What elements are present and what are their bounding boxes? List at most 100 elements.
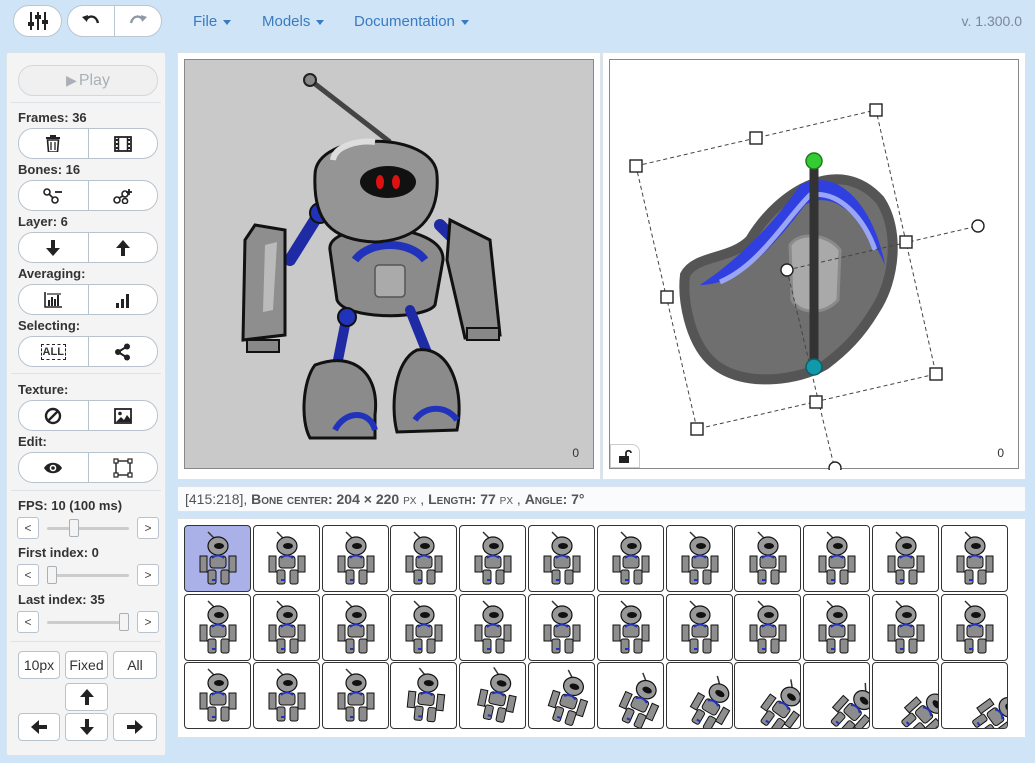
move-right-button[interactable] bbox=[113, 713, 157, 741]
frame-thumbnail[interactable] bbox=[665, 662, 733, 729]
frame-thumbnail[interactable] bbox=[390, 525, 458, 592]
frame-thumbnail[interactable] bbox=[184, 593, 251, 661]
robot-frame-icon bbox=[474, 531, 512, 585]
undo-button[interactable] bbox=[67, 5, 115, 37]
frame-thumbnail[interactable] bbox=[734, 662, 802, 729]
frame-thumbnail[interactable] bbox=[872, 662, 939, 729]
angle-label: Angle: bbox=[524, 491, 568, 507]
layer-down-button[interactable] bbox=[18, 232, 89, 263]
frame-thumbnail[interactable] bbox=[872, 593, 939, 661]
frame-thumbnail[interactable] bbox=[459, 525, 527, 592]
last-index-slider-thumb[interactable] bbox=[119, 613, 129, 631]
frame-thumbnail[interactable] bbox=[459, 662, 527, 729]
edit-mesh-button[interactable] bbox=[88, 452, 158, 483]
delete-frame-button[interactable] bbox=[18, 128, 89, 159]
first-index-decrease-button[interactable]: < bbox=[17, 564, 39, 586]
bar-chart-framed-icon bbox=[44, 291, 63, 308]
bone-center-label: Bone center: bbox=[251, 491, 333, 507]
arrow-up-icon bbox=[79, 689, 94, 705]
frame-thumbnail[interactable] bbox=[872, 525, 939, 592]
lock-toggle-button[interactable] bbox=[610, 444, 640, 468]
fps-decrease-button[interactable]: < bbox=[17, 517, 39, 539]
frame-thumbnail[interactable] bbox=[803, 525, 871, 592]
frame-thumbnail[interactable] bbox=[459, 593, 527, 661]
add-frame-button[interactable] bbox=[88, 128, 158, 159]
frame-thumbnail[interactable] bbox=[390, 593, 458, 661]
frame-thumbnail[interactable] bbox=[665, 593, 733, 661]
select-all-button[interactable]: ALL bbox=[18, 336, 89, 367]
frame-thumbnail[interactable] bbox=[321, 525, 389, 592]
fps-label: FPS: 10 (100 ms) bbox=[18, 498, 123, 513]
eye-icon bbox=[44, 462, 63, 473]
robot-frame-icon bbox=[971, 697, 1007, 728]
step-fixed-button[interactable]: Fixed bbox=[65, 651, 108, 679]
frame-thumbnail[interactable] bbox=[940, 525, 1008, 592]
layer-up-button[interactable] bbox=[88, 232, 158, 263]
robot-frame-icon bbox=[477, 666, 517, 723]
average-frames-button[interactable] bbox=[18, 284, 89, 315]
preview-canvas[interactable]: 0 bbox=[184, 59, 594, 469]
frame-thumbnail[interactable] bbox=[252, 593, 320, 661]
frame-thumbnail[interactable] bbox=[528, 662, 595, 729]
play-button[interactable]: ▶ Play bbox=[18, 65, 158, 96]
first-index-slider-row: < > bbox=[17, 564, 159, 586]
redo-button[interactable] bbox=[114, 5, 162, 37]
frame-thumbnail[interactable] bbox=[390, 662, 458, 729]
menu-file[interactable]: File bbox=[193, 13, 232, 30]
move-left-button[interactable] bbox=[18, 713, 60, 741]
frame-thumbnail[interactable] bbox=[734, 593, 802, 661]
frame-thumbnail[interactable] bbox=[528, 525, 595, 592]
fps-slider-thumb[interactable] bbox=[68, 519, 79, 537]
frame-thumbnail[interactable] bbox=[596, 662, 664, 729]
first-index-slider-track[interactable] bbox=[47, 574, 129, 577]
frame-thumbnail[interactable] bbox=[252, 662, 320, 729]
frame-thumbnail[interactable] bbox=[940, 662, 1008, 729]
move-down-button[interactable] bbox=[65, 713, 108, 741]
frame-thumbnail[interactable] bbox=[184, 525, 251, 592]
frame-thumbnail[interactable] bbox=[184, 662, 251, 729]
sliders-icon bbox=[27, 12, 48, 30]
editor-canvas[interactable]: 0 bbox=[609, 59, 1019, 475]
frame-thumbnail[interactable] bbox=[803, 662, 871, 729]
menu-documentation-label: Documentation bbox=[354, 13, 455, 30]
fps-slider-track[interactable] bbox=[47, 527, 129, 530]
load-texture-button[interactable] bbox=[88, 400, 158, 431]
frame-thumbnail[interactable] bbox=[596, 525, 664, 592]
robot-frame-icon bbox=[681, 531, 719, 585]
frame-thumbnail[interactable] bbox=[252, 525, 320, 592]
caret-down-icon bbox=[316, 19, 325, 25]
frame-thumbnail[interactable] bbox=[940, 593, 1008, 661]
robot-frame-icon bbox=[337, 531, 375, 585]
last-index-slider-track[interactable] bbox=[47, 621, 129, 624]
step-10px-button[interactable]: 10px bbox=[18, 651, 60, 679]
caret-down-icon bbox=[460, 19, 469, 25]
frame-thumbnail[interactable] bbox=[321, 593, 389, 661]
step-all-button[interactable]: All bbox=[113, 651, 157, 679]
frame-thumbnail[interactable] bbox=[321, 662, 389, 729]
last-index-decrease-button[interactable]: < bbox=[17, 611, 39, 633]
toggle-visibility-button[interactable] bbox=[18, 452, 89, 483]
add-bone-button[interactable] bbox=[88, 180, 158, 211]
frame-thumbnail[interactable] bbox=[734, 525, 802, 592]
menu-models[interactable]: Models bbox=[262, 13, 325, 30]
frame-thumbnail[interactable] bbox=[665, 525, 733, 592]
last-index-increase-button[interactable]: > bbox=[137, 611, 159, 633]
frame-thumbnail[interactable] bbox=[528, 593, 595, 661]
menu-documentation[interactable]: Documentation bbox=[354, 13, 469, 30]
first-index-increase-button[interactable]: > bbox=[137, 564, 159, 586]
frame-thumbnail[interactable] bbox=[803, 593, 871, 661]
robot-frame-icon bbox=[887, 599, 925, 653]
redo-icon bbox=[129, 15, 147, 24]
settings-sliders-button[interactable] bbox=[13, 5, 62, 37]
remove-texture-button[interactable] bbox=[18, 400, 89, 431]
fps-increase-button[interactable]: > bbox=[137, 517, 159, 539]
remove-bone-button[interactable] bbox=[18, 180, 89, 211]
robot-frame-icon bbox=[749, 599, 787, 653]
averaging-button-group bbox=[18, 284, 158, 315]
average-trend-button[interactable] bbox=[88, 284, 158, 315]
frame-thumbnail[interactable] bbox=[596, 593, 664, 661]
first-index-slider-thumb[interactable] bbox=[47, 566, 57, 584]
move-up-button[interactable] bbox=[65, 683, 108, 711]
edit-label: Edit: bbox=[18, 434, 47, 449]
select-connected-button[interactable] bbox=[88, 336, 158, 367]
